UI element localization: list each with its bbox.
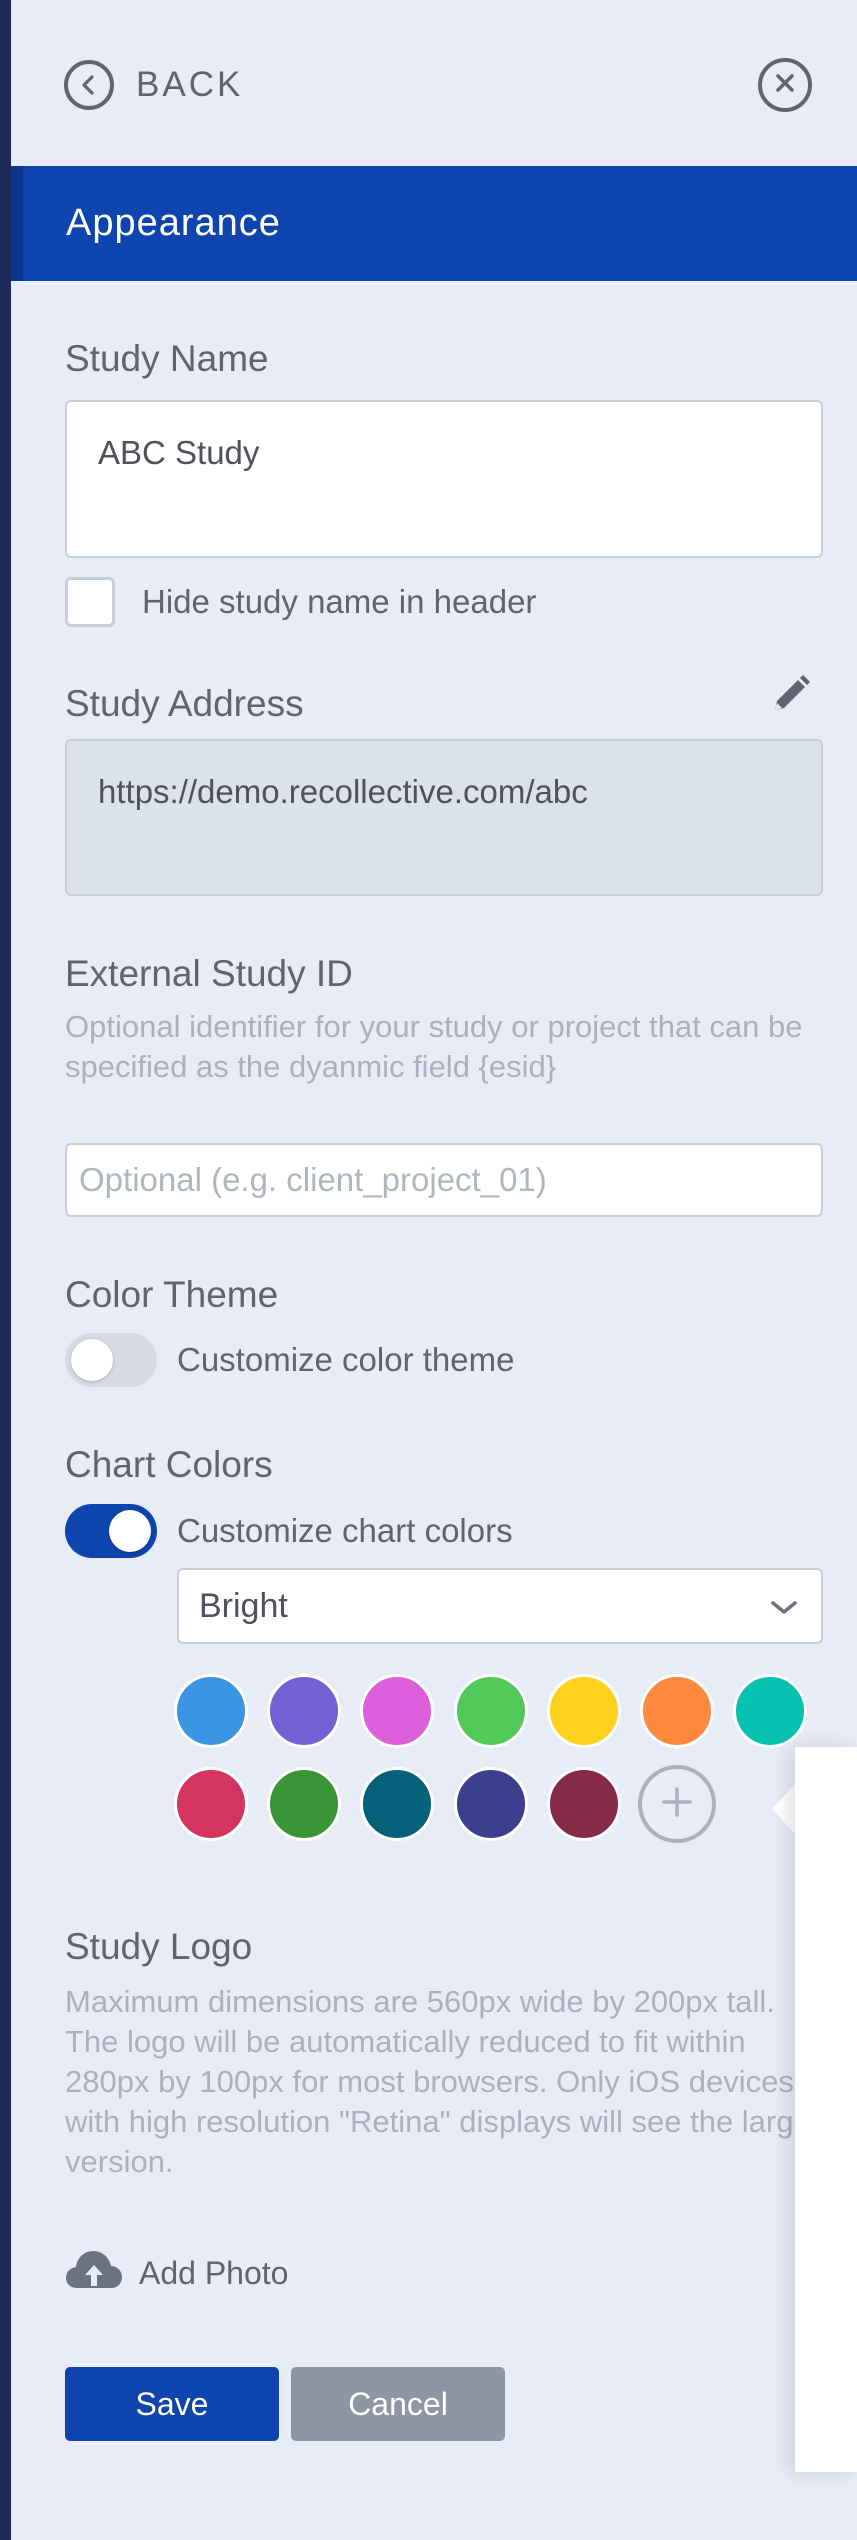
hide-name-checkbox[interactable] [65, 577, 115, 627]
external-id-label: External Study ID [65, 953, 353, 994]
color-swatch[interactable] [454, 1767, 528, 1841]
chart-palette-select[interactable]: Bright [177, 1568, 823, 1644]
add-photo-button[interactable]: Add Photo [65, 2248, 288, 2298]
cloud-upload-icon [65, 2248, 123, 2299]
color-theme-toggle-label: Customize color theme [177, 1341, 515, 1378]
external-id-input[interactable]: Optional (e.g. client_project_01) [65, 1143, 823, 1217]
color-swatch[interactable] [360, 1674, 434, 1748]
color-swatch[interactable] [174, 1767, 248, 1841]
add-color-button[interactable] [638, 1765, 716, 1843]
color-swatch[interactable] [547, 1767, 621, 1841]
section-header-accent [11, 166, 23, 281]
study-logo-help: Maximum dimensions are 560px wide by 200… [65, 1984, 822, 2179]
study-address-label: Study Address [65, 683, 304, 724]
color-theme-toggle[interactable] [65, 1333, 157, 1387]
study-logo-label: Study Logo [65, 1926, 253, 1967]
chart-colors-label: Chart Colors [65, 1444, 273, 1485]
color-swatch[interactable] [174, 1674, 248, 1748]
color-swatch[interactable] [733, 1674, 807, 1748]
study-name-value: ABC Study [98, 434, 260, 471]
study-name-label: Study Name [65, 338, 269, 379]
color-swatch[interactable] [267, 1767, 341, 1841]
color-picker-popover[interactable] [795, 1747, 857, 2472]
chart-palette-value: Bright [199, 1587, 288, 1625]
close-button[interactable] [758, 58, 812, 112]
hide-name-label: Hide study name in header [142, 583, 537, 620]
color-theme-label: Color Theme [65, 1274, 279, 1315]
study-name-input[interactable]: ABC Study [65, 400, 823, 558]
toggle-knob [109, 1510, 151, 1552]
color-swatch[interactable] [640, 1674, 714, 1748]
color-swatch[interactable] [547, 1674, 621, 1748]
external-id-placeholder: Optional (e.g. client_project_01) [79, 1161, 547, 1198]
top-bar: BACK [11, 0, 857, 166]
plus-icon [659, 1784, 695, 1825]
circle-chevron-left-icon [64, 60, 114, 110]
chart-colors-toggle[interactable] [65, 1504, 157, 1558]
chart-colors-toggle-label: Customize chart colors [177, 1512, 513, 1549]
chevron-down-icon [769, 1592, 799, 1627]
back-label: BACK [136, 65, 244, 104]
color-swatch[interactable] [267, 1674, 341, 1748]
back-button[interactable]: BACK [64, 58, 243, 112]
toggle-knob [71, 1339, 113, 1381]
section-title: Appearance [66, 202, 281, 244]
appearance-panel: BACK Appearance Study Name ABC Study Hid… [11, 0, 857, 2540]
save-button[interactable]: Save [65, 2367, 279, 2441]
color-swatch[interactable] [360, 1767, 434, 1841]
external-id-help: Optional identifier for your study or pr… [65, 1009, 803, 1084]
section-header: Appearance [11, 166, 857, 281]
circle-x-icon [774, 72, 796, 99]
cancel-button[interactable]: Cancel [291, 2367, 505, 2441]
pencil-icon[interactable] [767, 672, 813, 718]
add-photo-label: Add Photo [139, 2254, 289, 2291]
color-picker-popover-arrow [772, 1783, 796, 1835]
study-address-value: https://demo.recollective.com/abc [98, 773, 588, 810]
color-swatch[interactable] [454, 1674, 528, 1748]
study-address-input: https://demo.recollective.com/abc [65, 739, 823, 896]
